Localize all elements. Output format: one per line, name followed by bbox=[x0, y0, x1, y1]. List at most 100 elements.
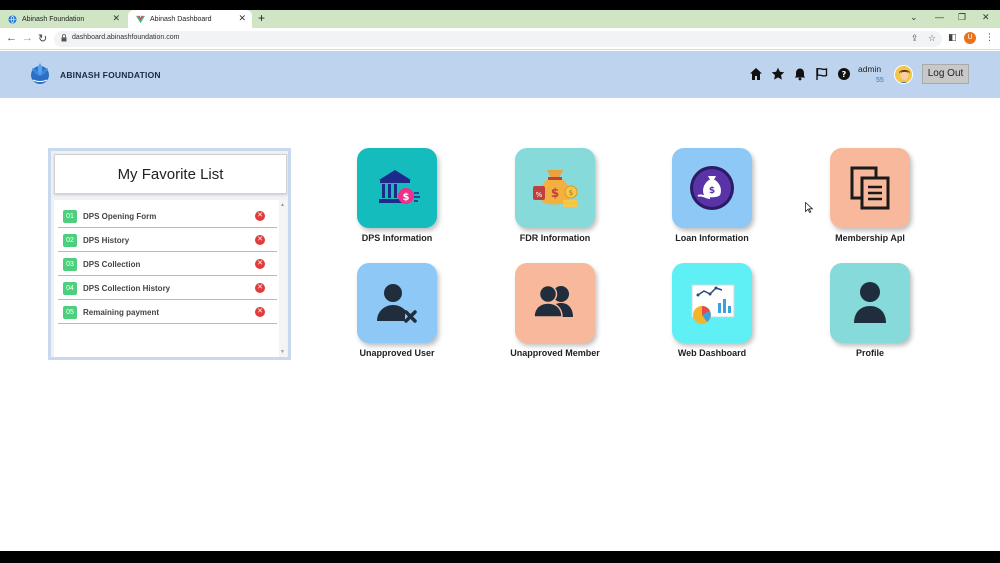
tile-profile[interactable]: Profile bbox=[810, 263, 930, 373]
favorite-list-header: My Favorite List bbox=[54, 154, 287, 194]
tile-label[interactable]: DPS Information bbox=[337, 233, 457, 243]
tile-loan-information[interactable]: $ Loan Information bbox=[652, 148, 772, 258]
tile-icon-box[interactable]: $ % $ bbox=[515, 148, 595, 228]
remove-circle-icon[interactable]: ✕ bbox=[255, 211, 265, 221]
item-number: 01 bbox=[63, 210, 77, 223]
home-icon[interactable] bbox=[749, 67, 763, 81]
tile-icon-box[interactable] bbox=[515, 263, 595, 343]
list-item[interactable]: 01 DPS Opening Form ✕ bbox=[58, 205, 277, 228]
svg-text:$: $ bbox=[569, 189, 573, 197]
users-icon bbox=[533, 284, 573, 318]
tile-icon-box[interactable] bbox=[830, 148, 910, 228]
bank-dollar-icon: $ bbox=[379, 170, 420, 204]
svg-text:?: ? bbox=[842, 70, 847, 79]
vue-favicon-icon bbox=[136, 15, 145, 23]
tab-abinash-foundation[interactable]: Abinash Foundation ✕ bbox=[0, 10, 126, 28]
scroll-up-icon[interactable]: ▲ bbox=[280, 202, 285, 208]
star-icon[interactable] bbox=[771, 67, 785, 81]
url-text: dashboard.abinashfoundation.com bbox=[72, 34, 180, 41]
side-panel-icon[interactable]: ◧ bbox=[948, 32, 957, 43]
foundation-logo-icon bbox=[31, 63, 49, 84]
tile-icon-box[interactable]: $ bbox=[672, 148, 752, 228]
tab-close-icon[interactable]: ✕ bbox=[238, 13, 246, 24]
address-bar: ← → ↻ dashboard.abinashfoundation.com ⇪ … bbox=[0, 28, 1000, 50]
item-label[interactable]: DPS History bbox=[83, 236, 129, 245]
item-number: 04 bbox=[63, 282, 77, 295]
dashboard-chart-icon bbox=[691, 284, 735, 324]
tile-icon-box[interactable] bbox=[830, 263, 910, 343]
item-number: 02 bbox=[63, 234, 77, 247]
scroll-down-icon[interactable]: ▼ bbox=[280, 349, 285, 355]
item-label[interactable]: DPS Collection bbox=[83, 260, 140, 269]
item-number: 03 bbox=[63, 258, 77, 271]
list-item[interactable]: 02 DPS History ✕ bbox=[58, 229, 277, 252]
brand-name: ABINASH FOUNDATION bbox=[60, 70, 161, 80]
forward-icon[interactable]: → bbox=[22, 32, 33, 44]
user-avatar[interactable] bbox=[894, 65, 913, 84]
screen: Abinash Foundation ✕ Abinash Dashboard ✕… bbox=[0, 0, 1000, 563]
reload-icon[interactable]: ↻ bbox=[38, 32, 47, 45]
remove-circle-icon[interactable]: ✕ bbox=[255, 283, 265, 293]
tile-icon-box[interactable] bbox=[357, 263, 437, 343]
tile-unapproved-member[interactable]: Unapproved Member bbox=[495, 263, 615, 373]
tile-unapproved-user[interactable]: Unapproved User bbox=[337, 263, 457, 373]
tab-title: Abinash Dashboard bbox=[150, 15, 212, 23]
flag-icon[interactable] bbox=[815, 67, 829, 81]
user-name: admin bbox=[858, 64, 882, 74]
tile-label[interactable]: FDR Information bbox=[495, 233, 615, 243]
item-label[interactable]: DPS Opening Form bbox=[83, 212, 156, 221]
tab-close-icon[interactable]: ✕ bbox=[112, 13, 120, 24]
tile-fdr-information[interactable]: $ % $ FDR Information bbox=[495, 148, 615, 258]
item-label[interactable]: Remaining payment bbox=[83, 308, 159, 317]
tile-label[interactable]: Membership Apl bbox=[810, 233, 930, 243]
list-item[interactable]: 03 DPS Collection ✕ bbox=[58, 253, 277, 276]
tile-label[interactable]: Loan Information bbox=[652, 233, 772, 243]
money-bag-icon: $ % $ bbox=[533, 170, 578, 207]
svg-text:$: $ bbox=[403, 192, 410, 203]
favorite-list-scrollbar[interactable]: ▲ ▼ bbox=[279, 200, 287, 357]
tile-label[interactable]: Unapproved User bbox=[337, 348, 457, 358]
logout-button[interactable]: Log Out bbox=[922, 64, 969, 84]
tile-label[interactable]: Web Dashboard bbox=[652, 348, 772, 358]
new-tab-icon[interactable]: + bbox=[258, 11, 265, 25]
list-item[interactable]: 05 Remaining payment ✕ bbox=[58, 301, 277, 324]
bookmark-star-icon[interactable]: ☆ bbox=[928, 33, 936, 44]
svg-text:%: % bbox=[536, 191, 543, 199]
tab-title: Abinash Foundation bbox=[22, 15, 85, 23]
browser-profile-avatar[interactable]: U bbox=[964, 32, 976, 44]
user-icon bbox=[854, 282, 886, 323]
item-label[interactable]: DPS Collection History bbox=[83, 284, 170, 293]
avatar-face-icon bbox=[895, 66, 912, 83]
app-header: ABINASH FOUNDATION ? admin 55 Log Out bbox=[0, 51, 1000, 98]
minimize-icon[interactable]: — bbox=[935, 12, 944, 22]
documents-icon bbox=[850, 166, 890, 210]
window-close-icon[interactable]: ✕ bbox=[982, 12, 990, 23]
tile-label[interactable]: Profile bbox=[810, 348, 930, 358]
url-field[interactable]: dashboard.abinashfoundation.com ⇪ ☆ bbox=[54, 31, 942, 47]
bell-icon[interactable] bbox=[793, 67, 807, 81]
tile-web-dashboard[interactable]: Web Dashboard bbox=[652, 263, 772, 373]
browser-menu-icon[interactable]: ⋮ bbox=[985, 32, 994, 43]
help-icon[interactable]: ? bbox=[837, 67, 851, 81]
list-item[interactable]: 04 DPS Collection History ✕ bbox=[58, 277, 277, 300]
tile-membership-apl[interactable]: Membership Apl bbox=[810, 148, 930, 258]
remove-circle-icon[interactable]: ✕ bbox=[255, 259, 265, 269]
remove-circle-icon[interactable]: ✕ bbox=[255, 235, 265, 245]
mouse-pointer-icon bbox=[805, 202, 813, 213]
tile-icon-box[interactable] bbox=[672, 263, 752, 343]
favorite-list-panel: My Favorite List 01 DPS Opening Form ✕ 0… bbox=[48, 148, 291, 360]
remove-circle-icon[interactable]: ✕ bbox=[255, 307, 265, 317]
tab-abinash-dashboard[interactable]: Abinash Dashboard ✕ bbox=[128, 10, 252, 28]
user-remove-icon bbox=[377, 284, 417, 323]
lock-icon bbox=[61, 34, 67, 42]
share-icon[interactable]: ⇪ bbox=[911, 33, 919, 44]
browser-window: Abinash Foundation ✕ Abinash Dashboard ✕… bbox=[0, 10, 1000, 551]
restore-icon[interactable]: ❐ bbox=[958, 12, 966, 23]
favorite-list-title: My Favorite List bbox=[117, 166, 224, 183]
tile-label[interactable]: Unapproved Member bbox=[495, 348, 615, 358]
tab-search-icon[interactable]: ⌄ bbox=[910, 12, 918, 23]
globe-favicon-icon bbox=[8, 14, 17, 24]
tile-dps-information[interactable]: $ DPS Information bbox=[337, 148, 457, 258]
back-icon[interactable]: ← bbox=[6, 32, 17, 44]
tile-icon-box[interactable]: $ bbox=[357, 148, 437, 228]
